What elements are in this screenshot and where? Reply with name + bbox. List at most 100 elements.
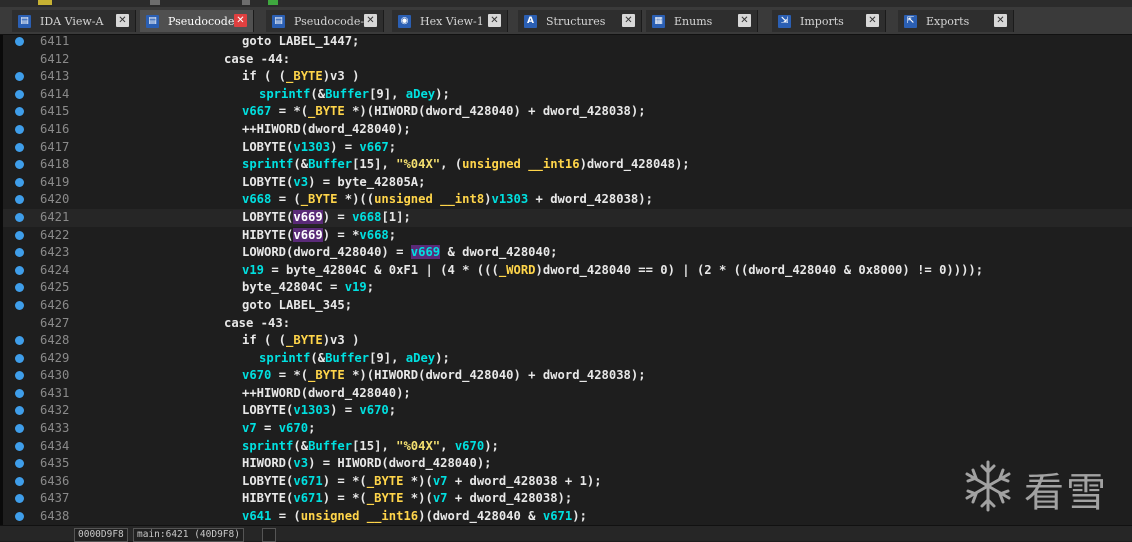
code-token: ) = HIWORD(dword_428040); bbox=[308, 456, 492, 471]
code-token: + dword_428038); bbox=[528, 192, 653, 207]
breakpoint-dot-icon[interactable] bbox=[15, 37, 24, 46]
breakpoint-dot-icon[interactable] bbox=[15, 512, 24, 522]
breakpoint-dot-icon[interactable] bbox=[15, 72, 24, 82]
code-line[interactable]: 6429 sprintf(&Buffer[9], aDey); bbox=[3, 350, 1132, 368]
close-icon[interactable]: ✕ bbox=[116, 14, 129, 27]
code-line[interactable]: 6419 LOBYTE(v3) = byte_42805A; bbox=[3, 174, 1132, 192]
code-token: ) = *( bbox=[322, 473, 367, 488]
code-line[interactable]: 6424 v19 = byte_42804C & 0xF1 | (4 * (((_… bbox=[3, 262, 1132, 280]
line-number: 6418 bbox=[40, 157, 70, 172]
code-text: case -43: bbox=[224, 315, 290, 333]
code-line[interactable]: 6423 LOWORD(dword_428040) = v669 & dword_… bbox=[3, 244, 1132, 262]
close-icon[interactable]: ✕ bbox=[234, 14, 247, 27]
code-line[interactable]: 6430 v670 = *(_BYTE *)(HIWORD(dword_42804… bbox=[3, 367, 1132, 385]
breakpoint-dot-icon[interactable] bbox=[15, 107, 24, 117]
code-line[interactable]: 6431 ++HIWORD(dword_428040); bbox=[3, 385, 1132, 403]
tab-label: Hex View-1 bbox=[420, 14, 484, 28]
breakpoint-dot-icon[interactable] bbox=[15, 353, 24, 363]
breakpoint-dot-icon[interactable] bbox=[15, 265, 24, 275]
pseudocode-view[interactable]: 6411 goto LABEL_1447; 6412 case -44: 6413 if … bbox=[3, 33, 1132, 525]
code-line[interactable]: 6416 ++HIWORD(dword_428040); bbox=[3, 121, 1132, 139]
close-icon[interactable]: ✕ bbox=[622, 14, 635, 27]
tab-exports[interactable]: ⇱ Exports ✕ bbox=[898, 10, 1014, 32]
breakpoint-dot-icon[interactable] bbox=[15, 388, 24, 398]
breakpoint-dot-icon[interactable] bbox=[15, 230, 24, 240]
tab-bar: ▤ IDA View-A ✕ ▤ Pseudocode-B ✕ ▤ Pseudocode-A ✕… bbox=[0, 7, 1132, 35]
close-icon[interactable]: ✕ bbox=[488, 14, 501, 27]
code-line[interactable]: 6415 v667 = *(_BYTE *)(HIWORD(dword_42804… bbox=[3, 103, 1132, 121]
snowflake-icon bbox=[965, 460, 1011, 512]
breakpoint-dot-icon[interactable] bbox=[15, 494, 24, 504]
tab-label: Pseudocode-A bbox=[294, 14, 373, 28]
breakpoint-dot-icon[interactable] bbox=[15, 459, 24, 469]
code-line[interactable]: 6414 sprintf(&Buffer[9], aDey); bbox=[3, 86, 1132, 104]
breakpoint-dot-icon[interactable] bbox=[15, 89, 24, 99]
code-line[interactable]: 6434 sprintf(&Buffer[15], "%04X", v670); bbox=[3, 438, 1132, 456]
line-number: 6430 bbox=[40, 368, 70, 383]
tab-pseudocode-a[interactable]: ▤ Pseudocode-A ✕ bbox=[266, 10, 384, 32]
breakpoint-dot-icon[interactable] bbox=[15, 476, 24, 486]
code-line[interactable]: 6425 byte_42804C = v19; bbox=[3, 279, 1132, 297]
breakpoint-dot-icon[interactable] bbox=[15, 441, 24, 451]
code-token: ); bbox=[484, 438, 499, 453]
code-token: ) bbox=[484, 192, 492, 207]
code-token: (& bbox=[293, 157, 309, 172]
breakpoint-dot-icon[interactable] bbox=[15, 283, 24, 293]
code-token: *)(HIWORD(dword_428040) + dword_428038); bbox=[344, 104, 646, 119]
breakpoint-dot-icon[interactable] bbox=[15, 195, 24, 205]
code-text: HIBYTE(v671) = *(_BYTE *)(v7 + dword_428… bbox=[242, 490, 572, 508]
code-token: *)( bbox=[403, 491, 433, 506]
breakpoint-dot-icon[interactable] bbox=[15, 300, 24, 310]
breakpoint-dot-icon[interactable] bbox=[15, 336, 24, 346]
breakpoint-dot-icon[interactable] bbox=[15, 371, 24, 381]
line-number: 6412 bbox=[40, 51, 70, 66]
code-line[interactable]: 6421 LOBYTE(v669) = v668[1]; bbox=[3, 208, 1132, 227]
code-line[interactable]: 6422 HIBYTE(v669) = *v668; bbox=[3, 227, 1132, 245]
close-icon[interactable]: ✕ bbox=[364, 14, 377, 27]
tab-imports[interactable]: ⇲ Imports ✕ bbox=[772, 10, 886, 32]
breakpoint-dot-icon[interactable] bbox=[15, 124, 24, 134]
code-token: unsigned __int16 bbox=[462, 157, 580, 172]
code-line[interactable]: 6428 if ( (_BYTE)v3 ) bbox=[3, 332, 1132, 350]
close-icon[interactable]: ✕ bbox=[738, 14, 751, 27]
code-line[interactable]: 6427 case -43: bbox=[3, 315, 1132, 333]
code-line[interactable]: 6432 LOBYTE(v1303) = v670; bbox=[3, 402, 1132, 420]
code-token: LOBYTE( bbox=[242, 139, 294, 154]
code-line[interactable]: 6411 goto LABEL_1447; bbox=[3, 33, 1132, 51]
tab-enums[interactable]: ▦ Enums ✕ bbox=[646, 10, 758, 32]
breakpoint-dot-icon[interactable] bbox=[15, 212, 24, 222]
tab-ida-view-a[interactable]: ▤ IDA View-A ✕ bbox=[12, 10, 136, 32]
tab-pseudocode-b[interactable]: ▤ Pseudocode-B ✕ bbox=[140, 10, 254, 32]
breakpoint-dot-icon[interactable] bbox=[15, 177, 24, 187]
close-icon[interactable]: ✕ bbox=[994, 14, 1007, 27]
tab-hex-view-1[interactable]: ◉ Hex View-1 ✕ bbox=[392, 10, 508, 32]
code-token: v1303 bbox=[491, 192, 529, 207]
code-token: ) = * bbox=[322, 227, 360, 242]
code-line[interactable]: 6413 if ( (_BYTE)v3 ) bbox=[3, 68, 1132, 86]
code-text: ++HIWORD(dword_428040); bbox=[242, 121, 411, 139]
code-token: "%04X" bbox=[396, 438, 441, 453]
code-text: sprintf(&Buffer[15], "%04X", v670); bbox=[242, 438, 499, 456]
close-icon[interactable]: ✕ bbox=[866, 14, 879, 27]
tab-structures[interactable]: A Structures ✕ bbox=[518, 10, 642, 32]
breakpoint-dot-icon[interactable] bbox=[15, 248, 24, 258]
breakpoint-dot-icon[interactable] bbox=[15, 406, 24, 416]
line-number: 6414 bbox=[40, 86, 70, 101]
code-line[interactable]: 6420 v668 = (_BYTE *)((unsigned __int8)v1… bbox=[3, 191, 1132, 209]
code-text: sprintf(&Buffer[9], aDey); bbox=[259, 350, 450, 368]
line-number: 6417 bbox=[40, 139, 70, 154]
code-token: = *( bbox=[271, 104, 309, 119]
line-number: 6416 bbox=[40, 121, 70, 136]
code-line[interactable]: 6412 case -44: bbox=[3, 51, 1132, 69]
breakpoint-dot-icon[interactable] bbox=[15, 160, 24, 170]
code-line[interactable]: 6417 LOBYTE(v1303) = v667; bbox=[3, 139, 1132, 157]
tab-label: Imports bbox=[800, 14, 844, 28]
code-token: [9], bbox=[369, 86, 406, 101]
breakpoint-dot-icon[interactable] bbox=[15, 142, 24, 152]
line-number: 6429 bbox=[40, 350, 70, 365]
breakpoint-dot-icon[interactable] bbox=[15, 424, 24, 434]
code-line[interactable]: 6426 goto LABEL_345; bbox=[3, 297, 1132, 315]
code-line[interactable]: 6418 sprintf(&Buffer[15], "%04X", (unsign… bbox=[3, 156, 1132, 174]
line-number: 6431 bbox=[40, 385, 70, 400]
code-line[interactable]: 6433 v7 = v670; bbox=[3, 420, 1132, 438]
